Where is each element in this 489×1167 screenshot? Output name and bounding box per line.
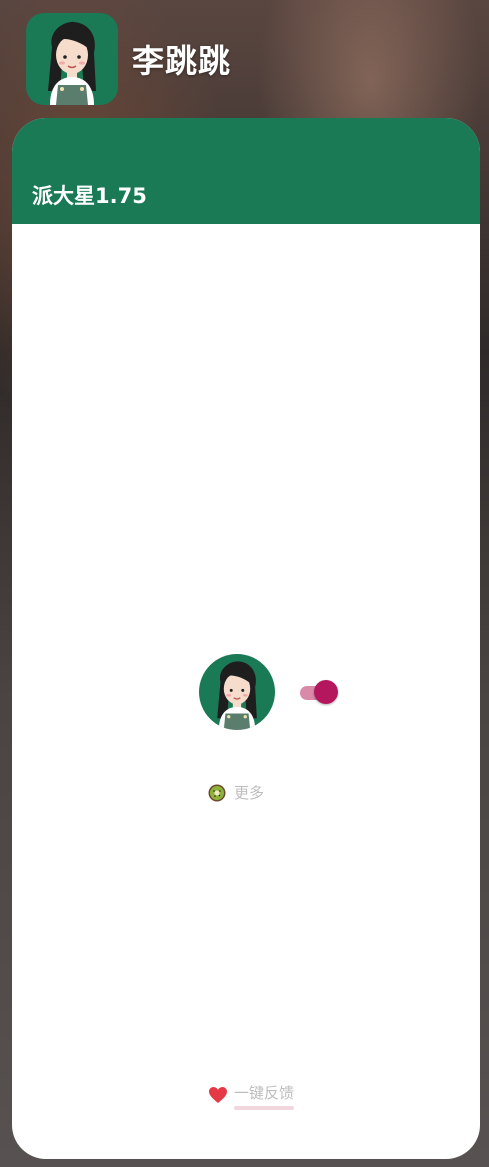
girl-avatar-icon — [48, 21, 96, 105]
main-card: 派大星1.75 更多 一键反馈 — [12, 118, 480, 1159]
feedback-underline — [234, 1106, 295, 1110]
feedback-label: 一键反馈 — [234, 1082, 295, 1110]
feedback-label-text: 一键反馈 — [234, 1084, 295, 1102]
avatar[interactable] — [199, 654, 275, 730]
girl-avatar-icon — [217, 661, 257, 730]
heart-icon — [208, 1086, 228, 1104]
feedback-button[interactable]: 一键反馈 — [208, 1082, 295, 1110]
card-header: 派大星1.75 — [12, 118, 480, 224]
card-header-title: 派大星1.75 — [32, 184, 147, 208]
kiwi-icon — [208, 784, 226, 802]
app-title: 李跳跳 — [132, 42, 232, 80]
app-icon — [26, 13, 118, 105]
toggle-thumb — [314, 680, 338, 704]
service-toggle[interactable] — [300, 680, 340, 704]
more-label: 更多 — [234, 784, 265, 802]
more-button[interactable]: 更多 — [208, 782, 264, 803]
app-header: 李跳跳 — [26, 13, 231, 105]
